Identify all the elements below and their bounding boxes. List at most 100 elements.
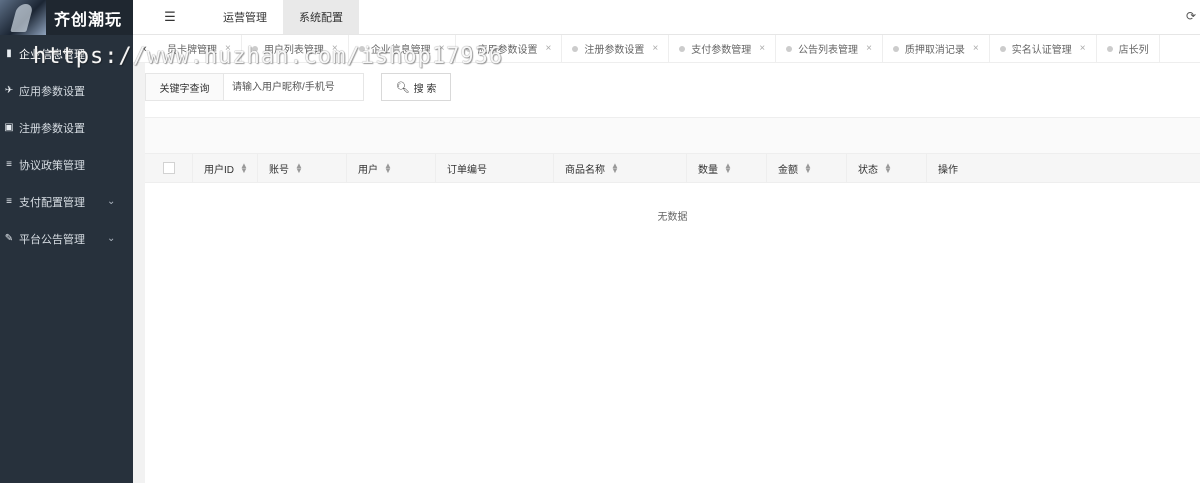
tab-item[interactable]: 企业信息管理 × [349, 35, 456, 62]
close-icon[interactable]: × [225, 43, 231, 54]
tab-item[interactable]: 用户列表管理 × [242, 35, 349, 62]
tab-label: 应用参数设置 [477, 45, 538, 56]
table-toolbar [145, 117, 1200, 154]
column-header-product-name[interactable]: 商品名称 ▲ ▼ [554, 153, 687, 183]
select-all-checkbox[interactable] [145, 153, 193, 183]
column-label: 商品名称 [565, 164, 605, 176]
column-header-amount[interactable]: 金额 ▲ ▼ [767, 153, 847, 183]
tab-item[interactable]: 公告列表管理 × [776, 35, 883, 62]
column-label: 操作 [938, 164, 958, 176]
tab-label: 店长列 [1118, 45, 1149, 56]
tab-label: 员卡牌管理 [167, 45, 217, 56]
dot-icon [999, 45, 1006, 52]
chevron-down-icon: ⌄ [107, 233, 116, 244]
tab-label: 质押取消记录 [904, 45, 965, 56]
close-icon[interactable]: × [759, 43, 765, 54]
close-icon[interactable]: × [652, 43, 658, 54]
plane-icon: ✈ [4, 85, 14, 96]
sort-icon[interactable]: ▲ ▼ [295, 162, 303, 175]
list-icon: ≡ [6, 159, 12, 170]
menu-toggle-icon: ☰ [164, 9, 176, 24]
column-label: 订单编号 [447, 164, 487, 176]
column-header-actions: 操作 [927, 154, 1200, 183]
keyword-input[interactable] [224, 73, 364, 101]
tab-item[interactable]: 质押取消记录 × [883, 35, 990, 62]
sidebar-item-register-params[interactable]: ▣ 注册参数设置 [0, 109, 133, 146]
top-nav: 运营管理 系统配置 [207, 0, 359, 34]
chevron-down-icon: ⌄ [107, 196, 116, 207]
sidebar-toggle-button[interactable]: ☰ [133, 0, 207, 34]
dot-icon [892, 45, 899, 52]
list-icon: ≡ [6, 196, 12, 207]
tab-label: 注册参数设置 [584, 45, 645, 56]
sidebar-item-announcement[interactable]: ✎ 平台公告管理 ⌄ [0, 220, 133, 257]
sidebar-item-company-info[interactable]: ▮ 企业信息管理 [0, 35, 133, 72]
close-icon[interactable]: × [439, 43, 445, 54]
sidebar-item-label: 协议政策管理 [19, 159, 85, 172]
tab-item[interactable]: 应用参数设置 × [456, 35, 563, 62]
tab-item[interactable]: 员卡牌管理 × [157, 35, 242, 62]
close-icon[interactable]: × [332, 43, 338, 54]
sidebar-item-app-params[interactable]: ✈ 应用参数设置 [0, 72, 133, 109]
tab-label: 公告列表管理 [798, 45, 859, 56]
sidebar-item-label: 注册参数设置 [19, 122, 85, 135]
sidebar-item-policy[interactable]: ≡ 协议政策管理 [0, 146, 133, 183]
column-header-account[interactable]: 账号 ▲ ▼ [258, 153, 347, 183]
app-root: 齐创潮玩 ▮ 企业信息管理 ✈ 应用参数设置 ▣ 注册参数设置 ≡ 协议政策管理… [0, 0, 1200, 483]
close-icon[interactable]: × [866, 43, 872, 54]
empty-state-text: 无数据 [657, 212, 688, 223]
tab-item[interactable]: 支付参数管理 × [669, 35, 777, 62]
column-header-order-no: 订单编号 [436, 153, 554, 183]
tab-scroll-left-icon[interactable]: ‹ [133, 43, 157, 55]
sort-icon[interactable]: ▲ ▼ [804, 162, 812, 175]
sort-icon[interactable]: ▲ ▼ [240, 162, 248, 175]
tab-label: 企业信息管理 [370, 45, 431, 56]
keyword-label: 关键字查询 [145, 73, 224, 101]
edit-icon: ✎ [4, 233, 14, 244]
top-nav-system-config[interactable]: 系统配置 [283, 0, 359, 34]
sort-icon[interactable]: ▲ ▼ [611, 162, 619, 175]
search-button-label: 搜 索 [413, 83, 437, 95]
sidebar-item-payment-config[interactable]: ≡ 支付配置管理 ⌄ [0, 183, 133, 220]
sort-icon[interactable]: ▲ ▼ [884, 162, 892, 175]
sidebar-item-label: 支付配置管理 [19, 196, 85, 209]
top-nav-operations[interactable]: 运营管理 [207, 0, 283, 34]
close-icon[interactable]: × [1080, 43, 1086, 54]
column-label: 金额 [778, 164, 798, 176]
tab-label: 实名认证管理 [1011, 45, 1072, 56]
dot-icon [1106, 45, 1113, 52]
dot-icon [679, 45, 686, 52]
column-header-user-id[interactable]: 用户ID ▲ ▼ [193, 153, 258, 183]
sort-icon[interactable]: ▲ ▼ [384, 162, 392, 175]
search-icon: 🔍︎ [395, 81, 410, 94]
close-icon[interactable]: × [973, 43, 979, 54]
column-label: 用户ID [204, 164, 234, 176]
logo-text: 齐创潮玩 [54, 11, 123, 29]
column-header-status[interactable]: 状态 ▲ ▼ [847, 153, 927, 183]
search-button[interactable]: 🔍︎ 搜 索 [381, 73, 451, 101]
book-icon: ▮ [6, 48, 12, 59]
search-bar: 关键字查询 🔍︎ 搜 索 [145, 73, 451, 101]
column-label: 用户 [358, 164, 378, 176]
tab-item[interactable]: 注册参数设置 × [562, 35, 670, 62]
column-label: 账号 [269, 164, 289, 176]
sidebar-item-label: 应用参数设置 [19, 85, 85, 98]
checkbox-box [162, 162, 175, 174]
tab-strip: ‹ 员卡牌管理 × 用户列表管理 × 企业信息管理 × 应用参数设置 × 注册参数设置 ×… [133, 35, 1200, 63]
close-icon[interactable]: × [546, 43, 552, 54]
sidebar: 齐创潮玩 ▮ 企业信息管理 ✈ 应用参数设置 ▣ 注册参数设置 ≡ 协议政策管理… [0, 0, 133, 483]
sidebar-item-label: 企业信息管理 [19, 48, 85, 61]
column-header-user[interactable]: 用户 ▲ ▼ [347, 153, 436, 183]
logo[interactable]: 齐创潮玩 [0, 0, 133, 35]
sort-icon[interactable]: ▲ ▼ [724, 162, 732, 175]
column-label: 状态 [858, 164, 878, 176]
tab-label: 用户列表管理 [263, 45, 324, 56]
content-panel: 关键字查询 🔍︎ 搜 索 用户ID ▲▼ 账号 ▲▼ 用户 ▲▼ 订单编号 商品名称 ▲… [145, 63, 1200, 483]
tab-item[interactable]: 店长列 [1097, 35, 1160, 62]
tab-item[interactable]: 实名认证管理 × [990, 35, 1097, 62]
dot-icon [786, 45, 793, 52]
refresh-icon[interactable]: ⟳ [1186, 9, 1196, 23]
main-content: 关键字查询 🔍︎ 搜 索 用户ID ▲▼ 账号 ▲▼ 用户 ▲▼ 订单编号 商品名称 ▲… [133, 63, 1200, 483]
column-header-quantity[interactable]: 数量 ▲ ▼ [687, 153, 767, 183]
dot-icon [465, 45, 472, 52]
